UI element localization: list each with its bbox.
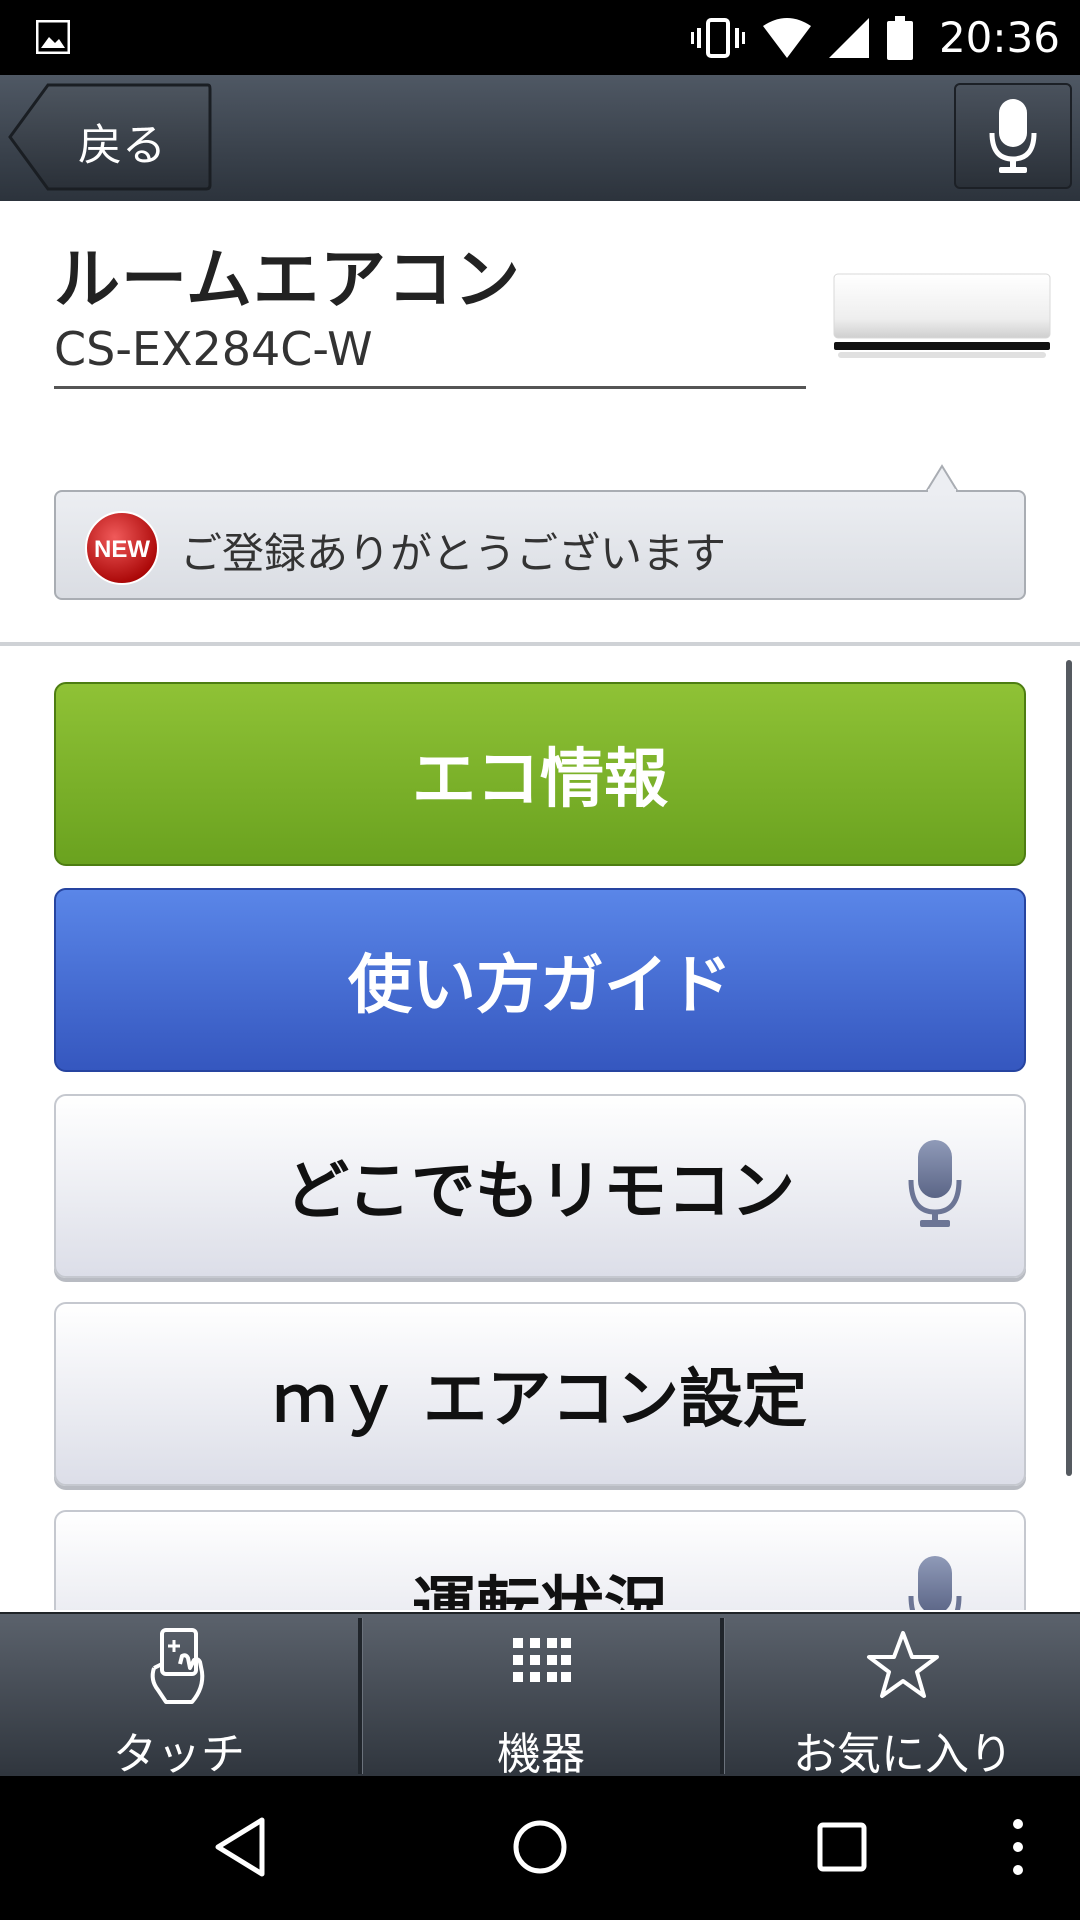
wifi-icon (762, 17, 811, 58)
system-navigation-bar (0, 1776, 1080, 1920)
vibrate-icon (690, 17, 745, 58)
notification-text: ご登録ありがとうございます (180, 529, 727, 578)
bubble-pointer-join (928, 489, 956, 493)
gallery-icon (36, 20, 70, 54)
home-circle-icon[interactable] (512, 1816, 568, 1878)
my-aircon-settings-button[interactable]: ｍｙ エアコン設定 (54, 1302, 1026, 1486)
microphone-icon (989, 99, 1037, 173)
voice-input-button[interactable] (954, 83, 1072, 189)
bottom-tab-bar: タッチ 機器 お気に入り (0, 1612, 1080, 1780)
usage-guide-label: 使い方ガイド (348, 949, 732, 1023)
tab-devices[interactable]: 機器 (362, 1614, 720, 1780)
status-bar: 20:36 (0, 0, 1080, 75)
action-bar: 戻る (0, 75, 1080, 201)
air-conditioner-image (833, 273, 1051, 358)
eco-info-button[interactable]: エコ情報 (54, 682, 1026, 866)
my-aircon-settings-label: ｍｙ エアコン設定 (272, 1363, 808, 1437)
tab-favorites-label: お気に入り (793, 1729, 1013, 1780)
menu-list[interactable]: エコ情報 使い方ガイド どこでもリモコン ｍｙ エアコン設定 運転状況 (0, 646, 1080, 1610)
operation-status-label: 運転状況 (412, 1571, 668, 1610)
device-name: ルームエアコン (54, 241, 522, 318)
tab-touch-label: タッチ (113, 1729, 245, 1780)
operation-status-button[interactable]: 運転状況 (54, 1510, 1026, 1610)
notification-bubble: NEW ご登録ありがとうございます (54, 490, 1026, 600)
device-model: CS-EX284C-W (54, 322, 373, 376)
eco-info-label: エコ情報 (412, 743, 668, 817)
back-triangle-icon[interactable] (212, 1816, 268, 1878)
tab-favorites[interactable]: お気に入り (724, 1614, 1080, 1780)
clock: 20:36 (938, 13, 1060, 62)
touch-hand-icon (150, 1628, 205, 1704)
title-underline (54, 386, 806, 389)
star-icon (867, 1631, 939, 1698)
usage-guide-button[interactable]: 使い方ガイド (54, 888, 1026, 1072)
tab-touch[interactable]: タッチ (0, 1614, 358, 1780)
voice-microphone-icon (908, 1556, 962, 1610)
remote-control-button[interactable]: どこでもリモコン (54, 1094, 1026, 1278)
new-badge-icon: NEW (85, 511, 159, 585)
remote-control-label: どこでもリモコン (284, 1155, 796, 1229)
scrollbar[interactable] (1066, 660, 1072, 1476)
new-badge-label: NEW (94, 536, 150, 563)
grid-icon (513, 1638, 571, 1682)
back-label: 戻る (78, 120, 166, 171)
voice-microphone-icon (908, 1140, 962, 1227)
overflow-menu-icon[interactable] (1006, 1816, 1030, 1878)
battery-icon (886, 15, 913, 60)
recent-apps-square-icon[interactable] (814, 1816, 870, 1878)
signal-icon (828, 17, 869, 58)
tab-devices-label: 機器 (497, 1729, 585, 1780)
back-button[interactable]: 戻る (8, 83, 212, 191)
